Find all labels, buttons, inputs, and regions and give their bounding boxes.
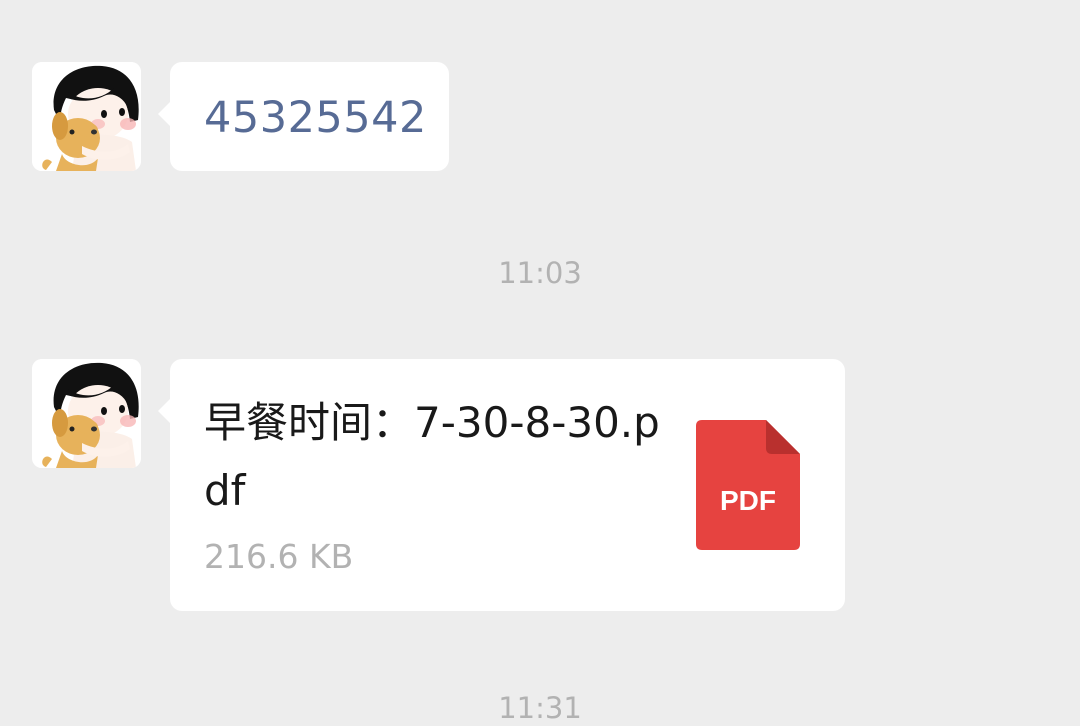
message-bubble[interactable]: 45325542 [158, 62, 449, 171]
sender-avatar[interactable] [32, 359, 141, 468]
file-name: 早餐时间：7-30-8-30.pdf [204, 398, 660, 515]
phone-number-link[interactable]: 45325542 [204, 92, 427, 144]
pdf-icon-label: PDF [720, 485, 776, 516]
chat-screen: { "messages": [ { "type": "text", "sende… [0, 0, 1080, 725]
file-message-card[interactable]: 早餐时间：7-30-8-30.pdf 216.6 KB PDF [158, 359, 845, 611]
message-timestamp: 11:31 [498, 691, 582, 725]
file-size: 216.6 KB [204, 537, 354, 576]
message-timestamp: 11:03 [498, 256, 582, 290]
avatar-image [32, 359, 141, 468]
pdf-file-icon: PDF [696, 420, 800, 550]
sender-avatar[interactable] [32, 62, 141, 171]
avatar-image [32, 62, 141, 171]
